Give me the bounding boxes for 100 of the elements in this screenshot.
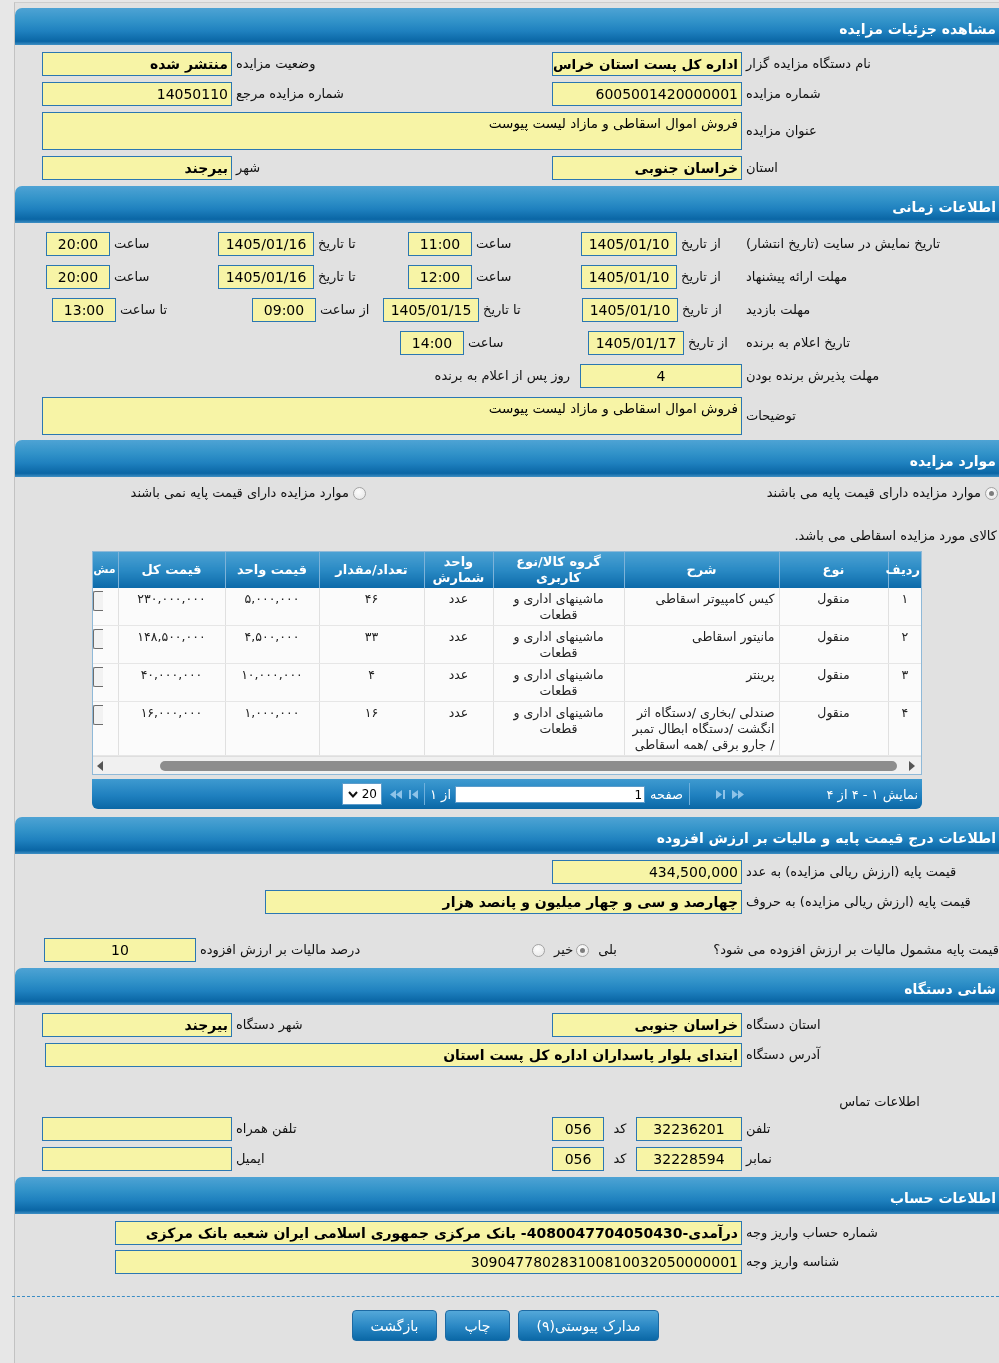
input-field[interactable]: 13:00	[52, 298, 116, 322]
input-field[interactable]: 12:00	[408, 265, 472, 289]
input-field[interactable]: بیرجند	[42, 1013, 232, 1037]
column-header: شرح	[624, 552, 779, 588]
table-cell: کیس کامپیوتر اسقاطی	[624, 588, 779, 626]
radio-button[interactable]	[353, 486, 366, 500]
input-field[interactable]: 1405/01/16	[218, 232, 314, 256]
field-label: عنوان مزایده	[746, 122, 817, 140]
table-cell: ۱۴۸,۵۰۰,۰۰۰	[118, 625, 225, 664]
row-action-button[interactable]	[93, 591, 103, 611]
radio-button[interactable]	[576, 943, 590, 957]
pager-summary: نمایش ۱ - ۴ از ۴	[825, 786, 918, 802]
column-header: ردیف	[888, 552, 921, 588]
input-field[interactable]: 6005001420000001	[552, 82, 742, 106]
input-field[interactable]: 1405/01/10	[581, 265, 677, 289]
text-area[interactable]: فروش اموال اسقاطی و مازاد لیست پیوست	[42, 112, 742, 150]
table-cell: منقول	[779, 625, 888, 664]
input-field[interactable]: 11:00	[408, 232, 472, 256]
input-field[interactable]: درآمدی-4080047704050430- بانک مرکزی جمهوری اسلامی ایران شعبه بانک مرکزی	[115, 1221, 742, 1245]
radio-button[interactable]	[532, 943, 546, 957]
field-label: وضعیت مزایده	[236, 55, 316, 73]
table-cell: منقول	[779, 663, 888, 702]
row-action-button[interactable]	[93, 705, 103, 725]
right-arrow-icon[interactable]	[909, 760, 915, 771]
scrollbar-thumb[interactable]	[160, 760, 897, 771]
input-field[interactable]: 20:00	[46, 265, 110, 289]
radio-button[interactable]	[985, 486, 998, 500]
left-arrow-icon[interactable]	[97, 760, 103, 771]
input-field[interactable]: خراسان جنوبی	[552, 156, 742, 180]
field-label: روز پس از اعلام به برنده	[434, 367, 570, 385]
double-arrow-icon[interactable]	[390, 789, 402, 799]
table-cell: ۱۶	[319, 701, 424, 756]
field-label: از تاریخ	[682, 301, 722, 319]
input-field[interactable]: خراسان جنوبی	[552, 1013, 742, 1037]
input-field[interactable]: 10	[44, 938, 196, 962]
field-label: آدرس دستگاه	[746, 1046, 821, 1064]
field-label: توضیحات	[746, 407, 796, 425]
field-label: تلفن	[746, 1120, 771, 1138]
input-field[interactable]: 1405/01/16	[218, 265, 314, 289]
back-button[interactable]: بازگشت	[351, 1310, 438, 1341]
row-action-button[interactable]	[93, 629, 103, 649]
input-field[interactable]	[42, 1117, 232, 1141]
input-field[interactable]: 1405/01/10	[582, 298, 678, 322]
input-field[interactable]: 1405/01/15	[383, 298, 479, 322]
input-field[interactable]: 09:00	[252, 298, 316, 322]
input-field[interactable]: 32236201	[636, 1117, 742, 1141]
input-field[interactable]: منتشر شده	[42, 52, 232, 76]
input-field[interactable]: اداره کل پست استان خراس	[552, 52, 742, 76]
input-field[interactable]: 1405/01/17	[588, 331, 684, 355]
input-field[interactable]: 14:00	[400, 331, 464, 355]
field-label: ساعت	[476, 268, 512, 286]
end-arrow-icon[interactable]	[716, 789, 726, 799]
subsection-title: اطلاعات تماس	[839, 1093, 920, 1111]
table-cell: ماشینهای اداری و قطعات	[493, 701, 624, 756]
table-cell: ماشینهای اداری و قطعات	[493, 663, 624, 702]
table-cell: عدد	[424, 625, 493, 664]
double-arrow-icon[interactable]	[732, 789, 744, 799]
table-cell: ۴۰,۰۰۰,۰۰۰	[118, 663, 225, 702]
field-label: نمابر	[746, 1150, 772, 1168]
end-arrow-icon[interactable]	[408, 789, 418, 799]
input-field[interactable]: 20:00	[46, 232, 110, 256]
row-action-button[interactable]	[93, 667, 103, 687]
input-field[interactable]: 056	[552, 1117, 604, 1141]
print-button[interactable]: چاپ	[445, 1310, 510, 1341]
table-cell: عدد	[424, 701, 493, 756]
field-label: مهلت ارائه پیشنهاد	[746, 268, 848, 286]
field-label: قیمت پایه (ارزش ریالی مزایده) به حروف	[746, 893, 971, 911]
section-header: اطلاعات زمانی	[15, 186, 999, 223]
input-field[interactable]: چهارصد و سی و چهار میلیون و پانصد هزار	[265, 890, 742, 914]
field-label: ساعت	[114, 235, 150, 253]
field-label: از تاریخ	[681, 235, 721, 253]
table-cell: ۴۶	[319, 588, 424, 626]
table-cell: ماشینهای اداری و قطعات	[493, 588, 624, 626]
attachments-button[interactable]: مدارک پیوستی(۹)	[517, 1310, 660, 1341]
field-label: مهلت پذیرش برنده بودن	[746, 367, 880, 385]
field-label: مهلت بازدید	[746, 301, 811, 319]
input-field[interactable]: 4	[580, 364, 742, 388]
radio-label: موارد مزایده دارای قیمت پایه می باشند	[766, 484, 981, 502]
input-field[interactable]: 14050110	[42, 82, 232, 106]
table-cell: منقول	[779, 701, 888, 756]
field-label: استان	[746, 159, 778, 177]
page-size-select[interactable]: 20	[342, 783, 382, 805]
input-field[interactable]: 309047780283100810032050000001	[115, 1250, 742, 1274]
input-field[interactable]: 32228594	[636, 1147, 742, 1171]
input-field[interactable]	[42, 1147, 232, 1171]
input-field[interactable]: بیرجند	[42, 156, 232, 180]
field-label: شماره حساب واریز وجه	[746, 1224, 878, 1242]
table-cell: ۱۰,۰۰۰,۰۰۰	[225, 663, 319, 702]
table-cell: منقول	[779, 588, 888, 626]
field-label: ساعت	[476, 235, 512, 253]
input-field[interactable]: 1405/01/10	[581, 232, 677, 256]
text-area[interactable]: فروش اموال اسقاطی و مازاد لیست پیوست	[42, 397, 742, 435]
table-cell: ۵,۰۰۰,۰۰۰	[225, 588, 319, 626]
table-cell: عدد	[424, 663, 493, 702]
field-label: شماره مزایده	[746, 85, 821, 103]
input-field[interactable]: 434,500,000	[552, 860, 742, 884]
input-field[interactable]: 056	[552, 1147, 604, 1171]
page-input[interactable]: 1	[455, 785, 645, 803]
input-field[interactable]: ابتدای بلوار پاسداران اداره کل پست استان	[45, 1043, 742, 1067]
table-cell: ماشینهای اداری و قطعات	[493, 625, 624, 664]
